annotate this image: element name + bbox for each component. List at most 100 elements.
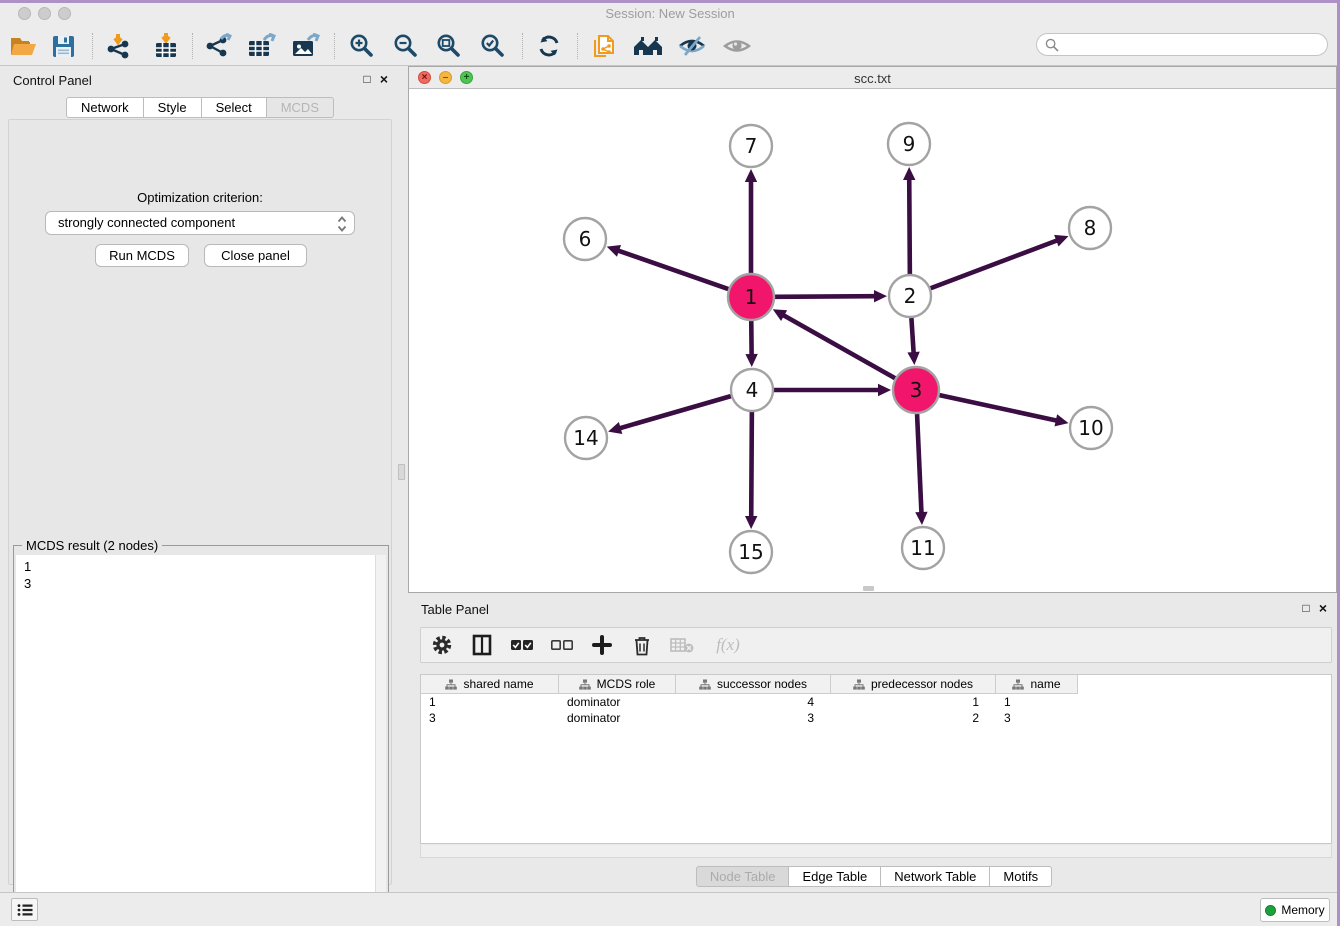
task-history-button[interactable] [11,898,38,921]
export-image-icon[interactable] [289,29,323,63]
control-tab-network[interactable]: Network [66,97,144,118]
node-label-9: 9 [903,132,916,156]
table-panel: Table Panel □ × [408,595,1340,892]
node-label-11: 11 [910,536,935,560]
graph-edge-2-8[interactable] [931,240,1058,288]
table-row[interactable]: 3dominator323 [421,710,1331,726]
graph-edge-4-15[interactable] [751,412,752,517]
search-icon [1045,38,1059,52]
zoom-in-icon[interactable] [345,29,379,63]
table-toolbar: f(x) [420,627,1332,663]
zoom-out-icon[interactable] [389,29,423,63]
float-window-icon[interactable]: □ [1299,601,1313,615]
control-panel: Control Panel □ × NetworkStyleSelectMCDS… [0,66,400,892]
edge-arrowhead [745,354,757,367]
table-tabs: Node TableEdge TableNetwork TableMotifs [408,866,1340,887]
column-header-name[interactable]: name [996,675,1078,694]
search-input[interactable] [1036,33,1328,56]
table-body: 1dominator4113dominator323 [421,694,1331,726]
graph-edge-2-3[interactable] [911,318,913,353]
delete-column-icon[interactable] [629,632,655,658]
table-tab-edge-table[interactable]: Edge Table [789,866,881,887]
table-row[interactable]: 1dominator411 [421,694,1331,710]
import-network-icon[interactable] [101,29,135,63]
node-table[interactable]: shared nameMCDS rolesuccessor nodesprede… [420,674,1332,844]
toolbar-separator [192,33,193,59]
control-tab-mcds[interactable]: MCDS [267,97,334,118]
table-options-gear-icon[interactable] [429,632,455,658]
result-scrollbar[interactable] [375,555,386,926]
table-tab-network-table[interactable]: Network Table [881,866,990,887]
graph-edge-4-14[interactable] [620,396,731,428]
edge-arrowhead [907,352,919,365]
show-details-eye-icon[interactable] [720,29,754,63]
main-titlebar: Session: New Session [0,0,1340,27]
zoom-fit-icon[interactable] [432,29,466,63]
node-label-1: 1 [745,285,758,309]
network-canvas[interactable]: 1234678910111415 [409,89,1336,592]
graph-edge-1-2[interactable] [775,296,875,297]
close-icon[interactable]: × [377,71,391,87]
zoom-selected-icon[interactable] [476,29,510,63]
save-session-icon[interactable] [46,29,80,63]
table-cell: dominator [559,710,676,726]
open-file-icon[interactable] [6,29,40,63]
mcds-tab-content: Optimization criterion: strongly connect… [8,119,392,885]
toolbar-separator [92,33,93,59]
graph-edge-3-10[interactable] [939,395,1056,420]
node-label-10: 10 [1078,416,1103,440]
table-tab-motifs[interactable]: Motifs [990,866,1052,887]
column-header-predecessor-nodes[interactable]: predecessor nodes [831,675,996,694]
control-tab-style[interactable]: Style [144,97,202,118]
network-view-window: × – + scc.txt 1234678910111415 [408,66,1337,593]
status-bar: Memory [0,892,1340,926]
show-columns-icon[interactable] [469,632,495,658]
table-cell: 2 [831,710,996,726]
unselect-all-columns-icon[interactable] [549,632,575,658]
run-mcds-button[interactable]: Run MCDS [95,244,189,267]
column-header-shared-name[interactable]: shared name [421,675,559,694]
import-table-icon[interactable] [149,29,183,63]
column-header-MCDS-role[interactable]: MCDS role [559,675,676,694]
criterion-select[interactable]: strongly connected component [45,211,355,235]
splitter-handle[interactable] [398,464,405,480]
mcds-result-title: MCDS result (2 nodes) [22,538,162,553]
graph-edge-3-11[interactable] [917,414,921,513]
clone-network-icon[interactable] [587,29,621,63]
network-window-titlebar: × – + scc.txt [409,67,1336,89]
fx-label: f(x) [716,635,740,655]
control-tab-select[interactable]: Select [202,97,267,118]
memory-button[interactable]: Memory [1260,898,1330,922]
table-tab-node-table[interactable]: Node Table [696,866,790,887]
window-top-edge [0,0,1340,3]
refresh-icon[interactable] [532,29,566,63]
edge-arrowhead [903,167,915,180]
graph-edge-1-6[interactable] [618,251,728,290]
export-network-icon[interactable] [201,29,235,63]
main-toolbar [0,27,1340,66]
view-resize-handle[interactable] [863,586,874,591]
control-panel-tabs: NetworkStyleSelectMCDS [0,97,400,118]
close-icon[interactable]: × [1316,600,1330,616]
column-header-successor-nodes[interactable]: successor nodes [676,675,831,694]
float-window-icon[interactable]: □ [360,72,374,86]
hide-details-eye-slash-icon[interactable] [675,29,709,63]
graph-edge-3-1[interactable] [783,315,895,378]
add-column-icon[interactable] [589,632,615,658]
table-cell: 1 [996,694,1078,710]
node-label-4: 4 [746,378,759,402]
memory-label: Memory [1281,903,1324,917]
first-neighbors-icon[interactable] [631,29,665,63]
window-title: Session: New Session [0,6,1340,21]
graph-edge-2-9[interactable] [909,179,910,274]
table-horizontal-scrollbar[interactable] [420,845,1332,858]
close-panel-button[interactable]: Close panel [204,244,307,267]
function-builder-icon-disabled: f(x) [709,632,747,658]
node-label-2: 2 [904,284,917,308]
edge-arrowhead [1055,414,1069,426]
delete-table-icon-disabled [669,632,695,658]
mcds-result-text[interactable]: 1 3 [16,555,375,926]
export-table-icon[interactable] [245,29,279,63]
select-all-columns-icon[interactable] [509,632,535,658]
table-cell: 3 [676,710,831,726]
